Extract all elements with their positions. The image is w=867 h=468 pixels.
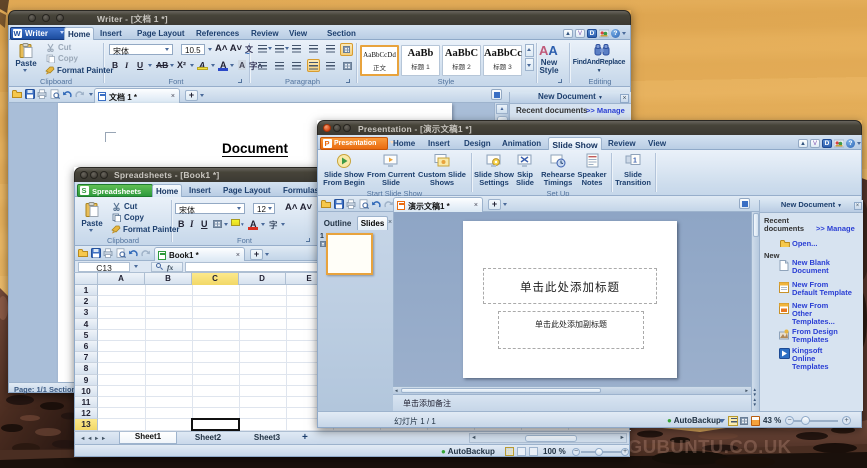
svg-text:1: 1 xyxy=(633,158,637,165)
